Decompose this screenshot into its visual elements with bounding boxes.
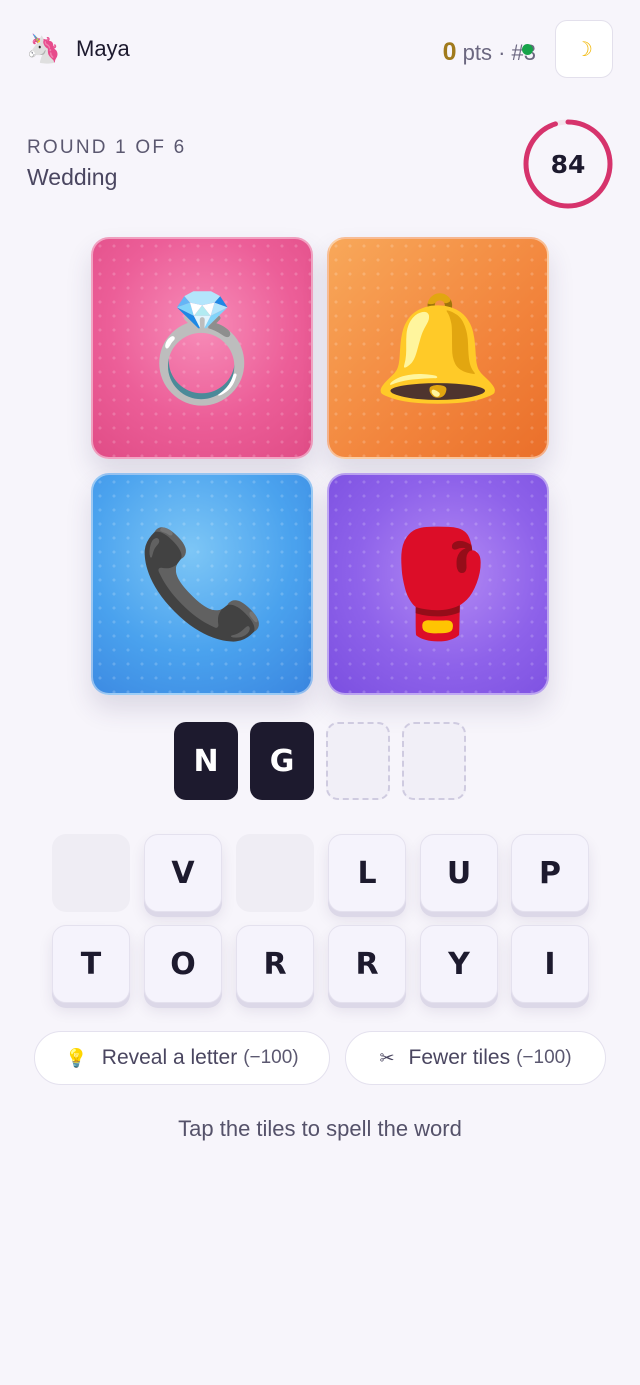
answer-slot-3[interactable] — [326, 722, 390, 800]
fewer-tiles-cost: (−100) — [516, 1047, 572, 1068]
reveal-letter-cost: (−100) — [243, 1047, 299, 1068]
letter-tile[interactable]: I — [511, 925, 589, 1003]
scissors-icon: ✂ — [379, 1047, 395, 1069]
letter-tile[interactable]: U — [420, 834, 498, 912]
answer-slot-4[interactable] — [402, 722, 466, 800]
username: Maya — [76, 36, 130, 61]
clue-picture-boxing-glove: 🥊 — [327, 473, 549, 695]
clue-picture-ring: 💍 — [91, 237, 313, 459]
letter-tile-used — [52, 834, 130, 912]
letter-tile[interactable]: P — [511, 834, 589, 912]
fewer-tiles-button[interactable]: ✂ Fewer tiles (−100) — [345, 1031, 606, 1085]
unicorn-icon: 🦄 — [26, 32, 61, 65]
answer-slot-1[interactable]: N — [174, 722, 238, 800]
timer-seconds: 84 — [550, 149, 586, 179]
letter-tile[interactable]: T — [52, 925, 130, 1003]
theme-toggle-button[interactable]: ☽ — [555, 20, 613, 78]
points-value: 0 — [442, 38, 457, 66]
reveal-letter-label: Reveal a letter — [101, 1046, 238, 1069]
letter-tile[interactable]: Y — [420, 925, 498, 1003]
letter-tile[interactable]: L — [328, 834, 406, 912]
letter-tile[interactable]: R — [236, 925, 314, 1003]
letter-tile[interactable]: V — [144, 834, 222, 912]
clue-picture-bell: 🔔 — [327, 237, 549, 459]
boxing-glove-icon: 🥊 — [373, 522, 503, 645]
telephone-icon: 📞 — [137, 522, 267, 645]
reveal-letter-button[interactable]: 💡 Reveal a letter (−100) — [34, 1031, 330, 1085]
answer-slot-2[interactable]: G — [250, 722, 314, 800]
clue-picture-telephone: 📞 — [91, 473, 313, 695]
round-label: ROUND 1 OF 6 — [27, 137, 187, 158]
letter-tile[interactable]: R — [328, 925, 406, 1003]
top-bar: 🦄 Maya 0 pts · #3 ☽ — [0, 0, 640, 100]
letter-tile[interactable]: O — [144, 925, 222, 1003]
fewer-tiles-label: Fewer tiles — [408, 1046, 511, 1069]
moon-icon: ☽ — [575, 38, 593, 61]
online-status-dot — [522, 44, 533, 55]
letter-tile-used — [236, 834, 314, 912]
ring-icon: 💍 — [137, 286, 267, 409]
instruction-text: Tap the tiles to spell the word — [178, 1116, 462, 1141]
category-label: Wedding — [27, 164, 118, 190]
bell-icon: 🔔 — [373, 286, 503, 409]
lightbulb-icon: 💡 — [65, 1047, 88, 1069]
